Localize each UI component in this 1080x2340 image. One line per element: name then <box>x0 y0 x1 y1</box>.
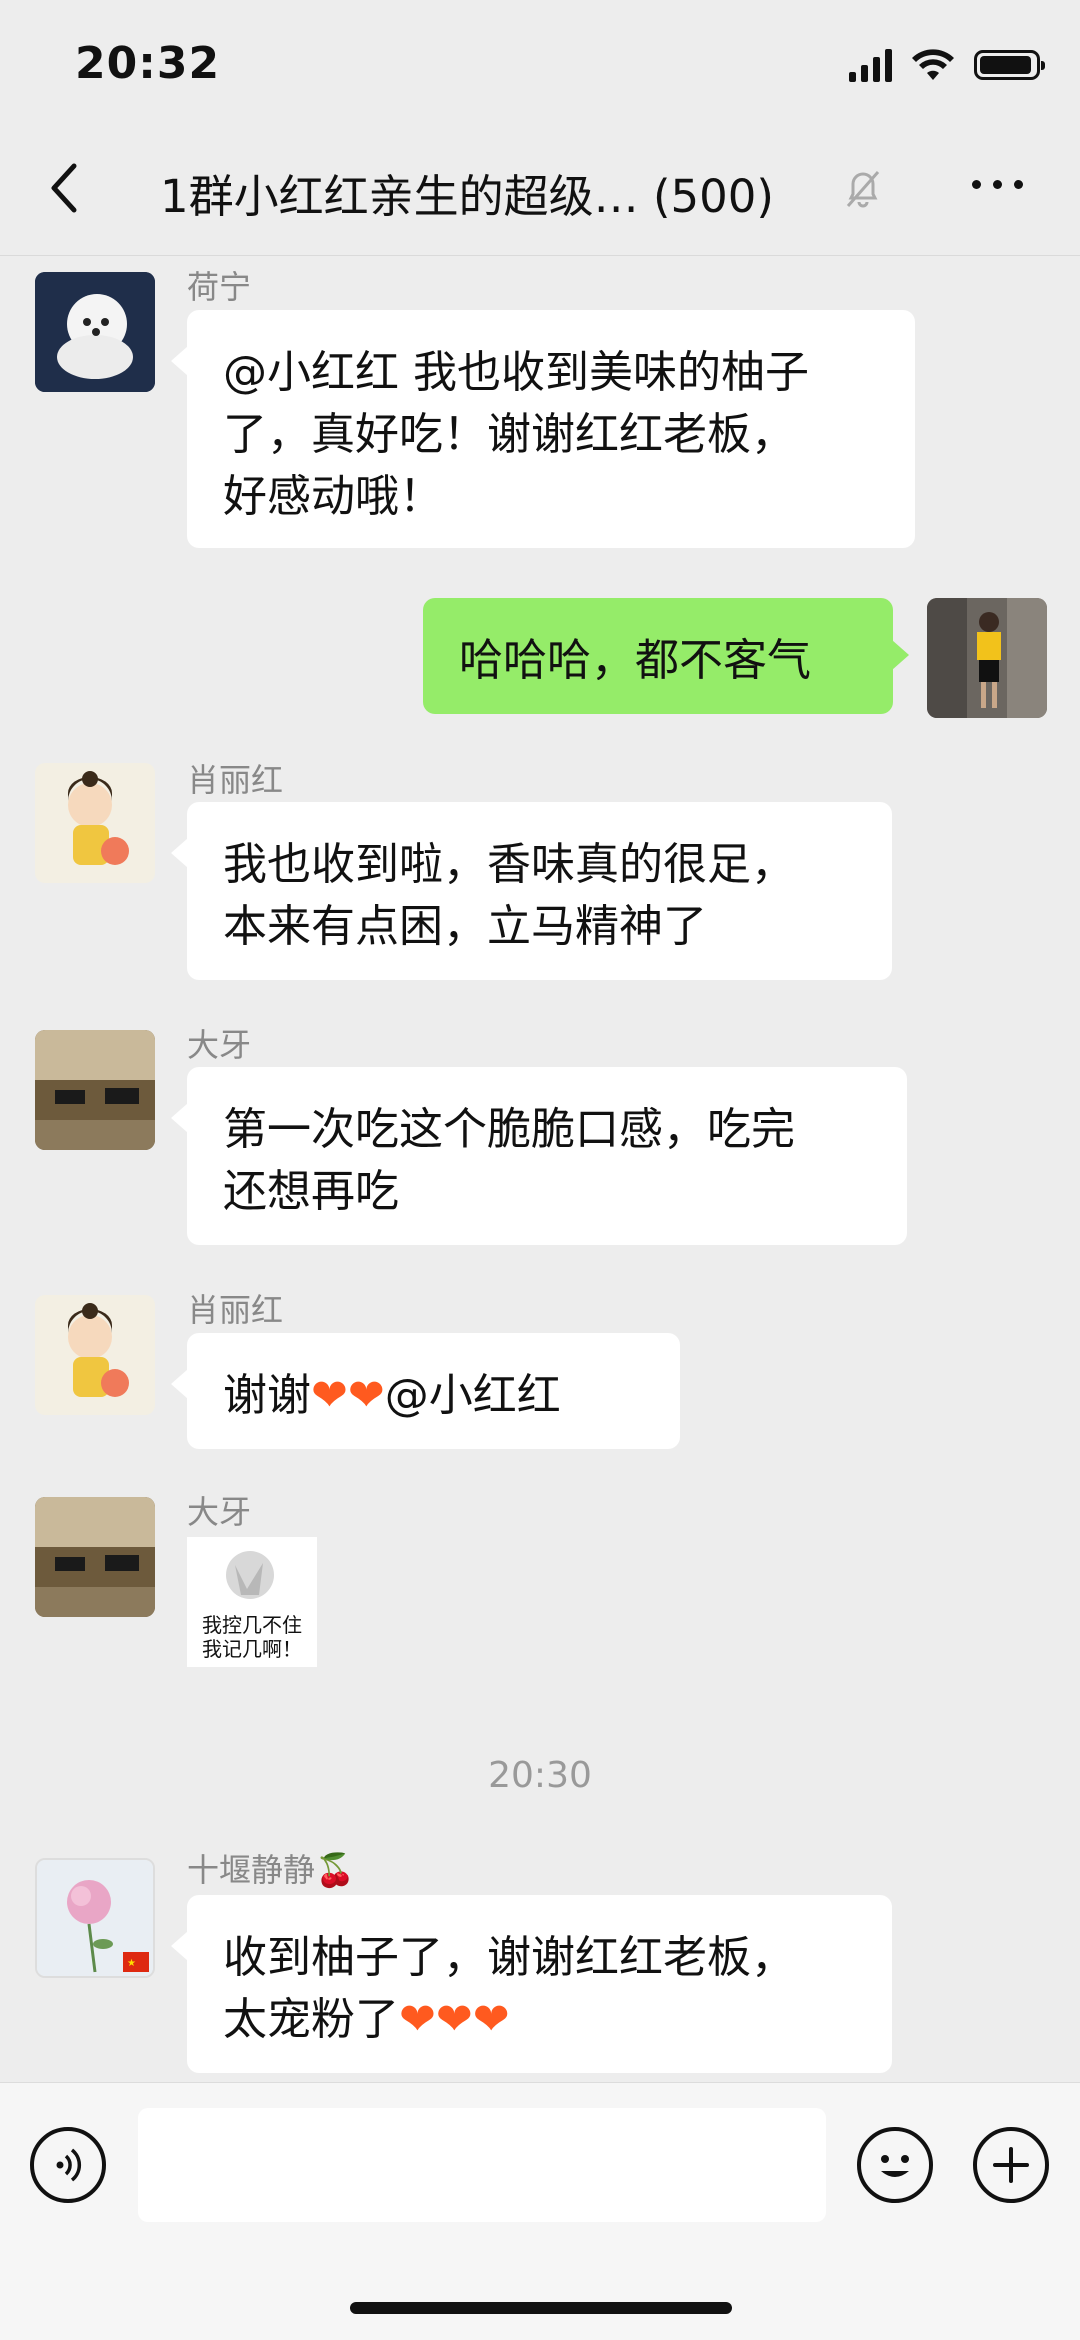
flower-avatar-image: ★ <box>37 1860 153 1976</box>
dog-avatar-image <box>35 272 155 392</box>
avatar[interactable] <box>35 272 155 392</box>
message-text-line: 还想再吃 <box>223 1166 399 1217</box>
sender-name: 荷宁 <box>187 268 252 306</box>
more-icon <box>972 180 981 189</box>
heart-emoji: ❤❤❤ <box>399 1994 510 2045</box>
message-text-line: 本来有点困，立马精神了 <box>223 901 707 952</box>
smiley-icon <box>881 2155 909 2177</box>
sticker-message[interactable]: 我控几不住 我记几啊！ <box>187 1537 317 1667</box>
avatar[interactable] <box>35 763 155 883</box>
message-text-line: 第一次吃这个脆脆口感，吃完 <box>223 1104 795 1155</box>
more-options-button[interactable] <box>972 180 1023 189</box>
cartoon-avatar-image <box>35 763 155 883</box>
heart-emoji: ❤❤ <box>311 1370 385 1421</box>
message-text-line: 我也收到啦，香味真的很足， <box>223 839 795 890</box>
message-bubble[interactable]: 我也收到啦，香味真的很足， 本来有点困，立马精神了 <box>171 802 892 980</box>
cherry-emoji: 🍒 <box>315 1851 355 1889</box>
emoji-button[interactable] <box>857 2127 933 2203</box>
wifi-icon <box>912 49 954 80</box>
group-name: 1群小红红亲生的超级… <box>160 170 639 223</box>
chat-title: 1群小红红亲生的超级… (500) <box>160 160 774 225</box>
status-time: 20:32 <box>75 38 221 89</box>
message-text-line: 收到柚子了，谢谢红红老板， <box>223 1932 795 1983</box>
sender-name: 肖丽红 <box>187 1291 284 1329</box>
avatar[interactable] <box>35 1295 155 1415</box>
my-message-bubble[interactable]: 哈哈哈，都不客气 <box>423 598 909 714</box>
plus-button[interactable] <box>973 2127 1049 2203</box>
sender-name: 大牙 <box>187 1026 252 1064</box>
message-bubble[interactable]: 第一次吃这个脆脆口感，吃完 还想再吃 <box>171 1067 907 1245</box>
sender-name: 十堰静静🍒 <box>187 1845 355 1891</box>
home-indicator[interactable] <box>350 2302 732 2314</box>
sender-name: 大牙 <box>187 1493 252 1531</box>
message-text-line: 了，真好吃！谢谢红红老板， <box>223 409 795 460</box>
avatar[interactable] <box>35 1497 155 1617</box>
face-palm-sticker-icon <box>226 1551 274 1599</box>
sticker-caption: 我控几不住 我记几啊！ <box>187 1613 317 1661</box>
plus-icon <box>993 2147 1029 2183</box>
photo-avatar-image <box>927 598 1047 718</box>
message-text-line: @小红红 我也收到美味的柚子 <box>223 347 809 398</box>
my-avatar[interactable] <box>927 598 1047 718</box>
message-text: 太宠粉了 <box>223 1994 399 2045</box>
avatar[interactable] <box>35 1030 155 1150</box>
message-text-line: 太宠粉了❤❤❤ <box>223 1989 856 2051</box>
svg-text:★: ★ <box>127 1958 136 1969</box>
time-divider: 20:30 <box>488 1755 592 1796</box>
back-icon[interactable] <box>36 158 96 218</box>
status-icons <box>849 45 1045 85</box>
message-text: 哈哈哈，都不客气 <box>459 635 811 686</box>
photo-avatar-image <box>35 1030 155 1150</box>
sticker-caption-line: 我控几不住 <box>202 1613 302 1637</box>
message-text: 谢谢 <box>223 1370 311 1421</box>
mention-text: @小红红 <box>384 1370 561 1421</box>
photo-avatar-image <box>35 1497 155 1617</box>
cartoon-avatar-image <box>35 1295 155 1415</box>
message-bubble[interactable]: 谢谢❤❤@小红红 <box>171 1333 680 1449</box>
message-text-line: 好感动哦！ <box>223 471 443 522</box>
message-bubble[interactable]: 收到柚子了，谢谢红红老板， 太宠粉了❤❤❤ <box>171 1895 892 2073</box>
chat-header: 1群小红红亲生的超级… (500) <box>0 130 1080 256</box>
sender-name: 肖丽红 <box>187 761 284 799</box>
avatar[interactable]: ★ <box>35 1858 155 1978</box>
message-input[interactable] <box>138 2108 826 2222</box>
status-bar: 20:32 <box>0 0 1080 130</box>
sender-name-text: 十堰静静 <box>187 1851 316 1889</box>
voice-icon <box>56 2148 82 2182</box>
battery-icon <box>974 50 1045 80</box>
member-count: (500) <box>652 170 774 223</box>
voice-button[interactable] <box>30 2127 106 2203</box>
message-bubble[interactable]: @小红红 我也收到美味的柚子 了，真好吃！谢谢红红老板， 好感动哦！ <box>171 310 915 548</box>
mute-bell-icon <box>846 171 880 208</box>
signal-icon <box>849 48 892 82</box>
sticker-caption-line: 我记几啊！ <box>202 1637 302 1661</box>
